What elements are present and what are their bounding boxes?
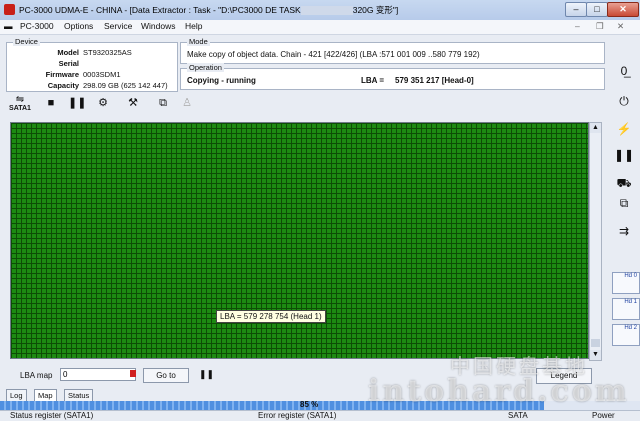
head-0-label: Hd 0 — [624, 273, 637, 279]
pages-icon[interactable]: ⧉ — [613, 192, 635, 214]
operation-panel-title: Operation — [187, 63, 224, 72]
sata-icon: ⇋ — [15, 94, 25, 105]
sata-port-button[interactable]: ⇋ SATA1 — [8, 94, 32, 112]
firmware-label: Firmware — [45, 70, 79, 79]
head-1-label: Hd 1 — [624, 299, 637, 305]
stop-icon: ■ — [47, 97, 55, 109]
map-controls: LBA map Go to ❚❚ Legend — [0, 364, 605, 388]
copy-icon: ⧉ — [159, 97, 167, 109]
lba-input[interactable] — [60, 368, 136, 381]
walk-icon: ♙ — [182, 97, 192, 109]
minimize-button[interactable]: – — [565, 2, 587, 17]
mode-panel: Mode Make copy of object data. Chain - 4… — [180, 37, 605, 64]
device-panel-title: Device — [13, 37, 40, 46]
scroll-thumb[interactable] — [591, 339, 600, 347]
power-label: Power — [592, 411, 615, 420]
operation-panel: Operation Copying - running LBA = 579 35… — [180, 63, 605, 90]
progress-text: 85 % — [300, 400, 319, 409]
pause-right-icon[interactable]: ❚❚ — [613, 144, 635, 166]
maximize-button[interactable]: □ — [586, 2, 608, 17]
right-toolbar: 0̲ ⏻ ⚡ ❚❚ ⛟ ⧉ ⇉ Hd 0 Hd 1 Hd 2 — [608, 60, 640, 400]
tools-button[interactable]: ⚒ — [124, 94, 142, 112]
capacity-label: Capacity — [47, 81, 79, 90]
lba-tooltip: LBA = 579 278 754 (Head 1) — [216, 310, 326, 323]
tools-icon: ⚒ — [128, 97, 138, 109]
model-value: ST9320325AS — [83, 48, 132, 57]
sata-port-label: SATA1 — [9, 105, 31, 112]
stop-button[interactable]: ■ — [42, 94, 60, 112]
menu-service[interactable]: Service — [104, 21, 132, 31]
lba-input-indicator-icon — [130, 370, 136, 377]
lba-map-grid[interactable] — [10, 122, 589, 359]
lba-map-label: LBA map — [20, 371, 53, 380]
menu-pc3000[interactable]: PC-3000 — [20, 21, 54, 31]
mdi-restore-icon[interactable]: ❐ — [596, 21, 604, 32]
mdi-close-icon[interactable]: ✕ — [617, 21, 624, 32]
settings-button[interactable]: ⚙ — [94, 94, 112, 112]
lba-value: 579 351 217 [Head-0] — [395, 76, 474, 85]
menu-help[interactable]: Help — [185, 21, 202, 31]
sata-label: SATA — [508, 411, 528, 420]
head-2-label: Hd 2 — [624, 325, 637, 331]
map-scrollbar[interactable]: ▲ ▼ — [589, 122, 602, 361]
copy-button[interactable]: ⧉ — [154, 94, 172, 112]
head-2-button[interactable]: Hd 2 — [612, 324, 640, 346]
progress-bar: 85 % — [0, 400, 640, 410]
capacity-value: 298.09 GB (625 142 447) — [83, 81, 168, 90]
power-plug-icon[interactable]: ⚡ — [613, 118, 635, 140]
operation-status: Copying - running — [187, 76, 256, 85]
scroll-down-arrow[interactable]: ▼ — [590, 350, 601, 360]
toolbar: ⇋ SATA1 ■ ❚❚ ⚙ ⚒ ⧉ ♙ — [6, 92, 206, 114]
firmware-value: 0003SDM1 — [83, 70, 121, 79]
zero-icon[interactable]: 0̲ — [613, 60, 635, 82]
truck-icon[interactable]: ⛟ — [613, 172, 635, 194]
window-title: PC-3000 UDMA-E - CHINA - [Data Extractor… — [19, 5, 399, 16]
mdi-minimize-icon[interactable]: – — [575, 21, 580, 31]
title-bar: PC-3000 UDMA-E - CHINA - [Data Extractor… — [0, 0, 640, 21]
app-icon — [4, 4, 15, 15]
mode-text: Make copy of object data. Chain - 421 [4… — [187, 50, 480, 59]
lba-label: LBA = — [361, 76, 385, 85]
menu-pc3000-icon: ▬ — [4, 21, 13, 31]
model-label: Model — [57, 48, 79, 57]
progress-fill — [0, 401, 544, 410]
settings-icon: ⚙ — [98, 97, 108, 109]
status-register-label: Status register (SATA1) — [10, 411, 94, 420]
scroll-up-arrow[interactable]: ▲ — [590, 123, 601, 133]
walk-button[interactable]: ♙ — [178, 94, 196, 112]
legend-button[interactable]: Legend — [536, 368, 592, 384]
serial-label: Serial — [58, 59, 79, 68]
mode-panel-title: Mode — [187, 37, 210, 46]
device-panel: Device Model ST9320325AS Serial Firmware… — [6, 37, 178, 92]
close-button[interactable]: ✕ — [607, 2, 639, 17]
menu-bar: ▬ PC-3000 Options Service Windows Help –… — [0, 20, 640, 35]
head-0-button[interactable]: Hd 0 — [612, 272, 640, 294]
reset-icon[interactable]: ⏻ — [613, 90, 635, 112]
status-bar: Status register (SATA1) Error register (… — [0, 410, 640, 421]
map-pause-icon[interactable]: ❚❚ — [199, 369, 214, 380]
pause-icon: ❚❚ — [68, 97, 87, 109]
head-1-button[interactable]: Hd 1 — [612, 298, 640, 320]
error-register-label: Error register (SATA1) — [258, 411, 337, 420]
goto-button[interactable]: Go to — [143, 368, 189, 383]
menu-windows[interactable]: Windows — [141, 21, 175, 31]
menu-options[interactable]: Options — [64, 21, 93, 31]
pause-button[interactable]: ❚❚ — [68, 94, 86, 112]
connector-icon[interactable]: ⇉ — [613, 220, 635, 242]
